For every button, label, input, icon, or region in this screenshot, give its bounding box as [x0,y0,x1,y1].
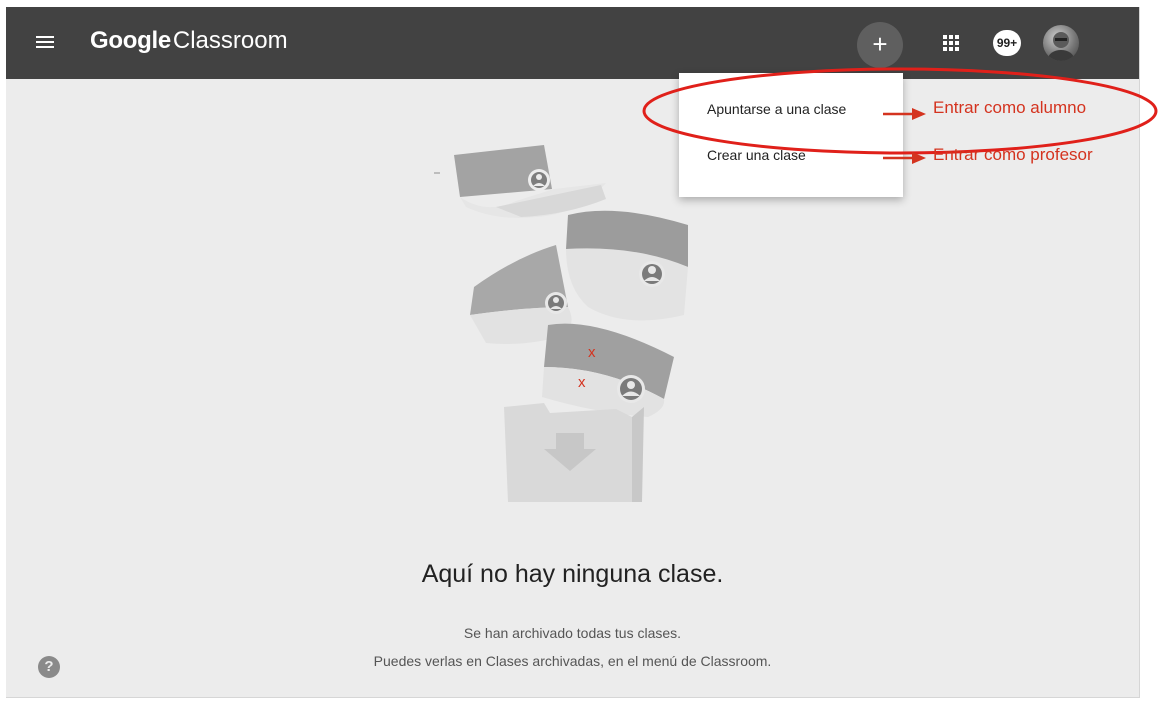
avatar-portrait [1048,32,1074,61]
create-class-menu-item[interactable]: Crear una clase [679,135,903,175]
empty-state-title: Aquí no hay ninguna clase. [421,560,724,588]
folder-icon [504,403,644,502]
add-class-button[interactable]: + [857,22,903,68]
flying-sheet-top [434,145,606,218]
empty-state-line-1: Se han archivado todas tus clases. [463,625,682,641]
brand-classroom: Classroom [172,27,288,54]
join-class-menu-item[interactable]: Apuntarse a una clase [679,89,903,129]
empty-state-line-2: Puedes verlas en Clases archivadas, en e… [373,653,772,669]
mark-x-1: x [588,344,596,361]
flying-sheet-right [566,210,688,321]
flying-sheet-lower: x x [542,323,674,417]
mark-x-2: x [578,374,586,391]
add-class-menu: Apuntarse a una clase Crear una clase [679,73,903,197]
brand-google: Google [90,27,171,54]
hamburger-menu-icon[interactable] [32,33,58,55]
avatar[interactable] [1043,25,1079,61]
help-icon[interactable]: ? [38,656,60,678]
empty-classes-illustration: x x [434,145,688,502]
brand-logo[interactable]: GoogleClassroom [90,27,288,55]
app-bar: GoogleClassroom + 99+ [6,7,1139,79]
apps-grid-glyph [943,35,959,51]
notifications-badge[interactable]: 99+ [993,30,1021,56]
annotation-teacher: Entrar como profesor [933,145,1093,164]
apps-grid-icon[interactable] [940,32,962,54]
annotation-student: Entrar como alumno [933,98,1087,117]
